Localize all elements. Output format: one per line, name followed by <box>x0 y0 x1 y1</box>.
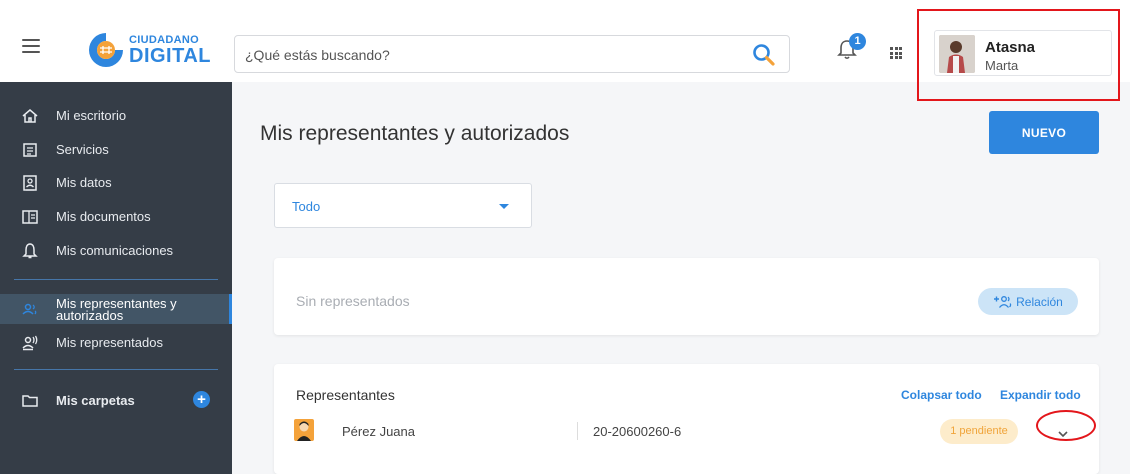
apps-grid-icon[interactable] <box>890 47 902 59</box>
filter-select[interactable]: Todo <box>274 183 532 228</box>
search-icon[interactable] <box>751 42 777 68</box>
sidebar-item-label: Mis representantes y autorizados <box>56 296 177 323</box>
logo-mark-icon <box>86 30 126 70</box>
representative-avatar <box>294 419 314 441</box>
top-header: CIUDADANO DIGITAL 1 Atasna <box>0 0 1130 82</box>
add-relation-label: Relación <box>1016 294 1063 309</box>
app-logo[interactable]: CIUDADANO DIGITAL <box>86 30 211 70</box>
sidebar-item-label: Servicios <box>56 142 109 157</box>
representatives-icon <box>21 300 39 318</box>
home-icon <box>21 107 39 125</box>
status-badge: 1 pendiente <box>940 419 1018 444</box>
folder-icon <box>21 392 39 410</box>
sidebar-item-mis-representantes[interactable]: Mis representantes y autorizados <box>0 294 232 324</box>
user-name: Atasna <box>985 39 1036 56</box>
bell-icon <box>21 242 39 260</box>
representatives-card: Representantes Colapsar todo Expandir to… <box>274 364 1099 474</box>
chevron-down-icon[interactable] <box>1057 426 1069 438</box>
sidebar-item-label: Mis documentos <box>56 209 151 224</box>
documents-icon <box>21 208 39 226</box>
user-avatar <box>939 35 975 73</box>
empty-state-text: Sin representados <box>296 293 410 309</box>
logo-line1: CIUDADANO <box>129 33 199 46</box>
card-title: Representantes <box>296 387 395 403</box>
add-folder-icon[interactable]: + <box>193 391 210 408</box>
notifications-badge: 1 <box>849 33 866 50</box>
sidebar-item-mis-representados[interactable]: Mis representados <box>0 328 232 358</box>
sidebar-item-label: Mis comunicaciones <box>56 243 174 258</box>
sidebar-item-mis-comunicaciones[interactable]: Mis comunicaciones <box>0 236 232 266</box>
sidebar: Mi escritorio Servicios Mis datos Mis do… <box>0 82 232 474</box>
table-row[interactable]: Pérez Juana 20-20600260-6 1 pendiente <box>274 416 1099 448</box>
expand-all-link[interactable]: Expandir todo <box>1000 388 1081 402</box>
new-button[interactable]: NUEVO <box>989 111 1099 154</box>
sidebar-item-label: Mis representados <box>56 335 163 350</box>
sidebar-item-mis-datos[interactable]: Mis datos <box>0 168 232 198</box>
sidebar-divider <box>14 369 218 370</box>
sidebar-item-escritorio[interactable]: Mi escritorio <box>0 101 232 131</box>
hamburger-menu-icon[interactable] <box>22 39 40 53</box>
sidebar-item-servicios[interactable]: Servicios <box>0 135 232 165</box>
sidebar-item-label: Mis datos <box>56 175 112 190</box>
user-profile-button[interactable]: Atasna Marta <box>934 30 1112 76</box>
filter-selected-value: Todo <box>292 199 321 214</box>
represented-card: Sin representados Relación <box>274 258 1099 335</box>
sidebar-item-label: Mi escritorio <box>56 108 127 123</box>
services-icon <box>21 141 39 159</box>
page-title: Mis representantes y autorizados <box>260 122 570 145</box>
sidebar-item-label: Mis carpetas <box>56 393 135 408</box>
user-subtitle: Marta <box>985 58 1019 73</box>
sidebar-divider <box>14 279 218 280</box>
representative-cuit: 20-20600260-6 <box>593 424 682 439</box>
sidebar-item-mis-documentos[interactable]: Mis documentos <box>0 202 232 232</box>
add-people-icon <box>994 295 1012 308</box>
id-card-icon <box>21 174 39 192</box>
search-input[interactable] <box>245 45 725 65</box>
represented-icon <box>21 334 39 352</box>
representative-name: Pérez Juana <box>342 424 415 439</box>
add-relation-button[interactable]: Relación <box>978 288 1078 315</box>
sidebar-item-mis-carpetas[interactable]: Mis carpetas + <box>0 386 232 416</box>
collapse-all-link[interactable]: Colapsar todo <box>901 388 982 402</box>
logo-line2: DIGITAL <box>129 44 212 67</box>
caret-down-icon <box>499 204 509 209</box>
active-indicator <box>229 294 232 324</box>
search-box <box>234 35 790 73</box>
divider <box>577 422 578 440</box>
